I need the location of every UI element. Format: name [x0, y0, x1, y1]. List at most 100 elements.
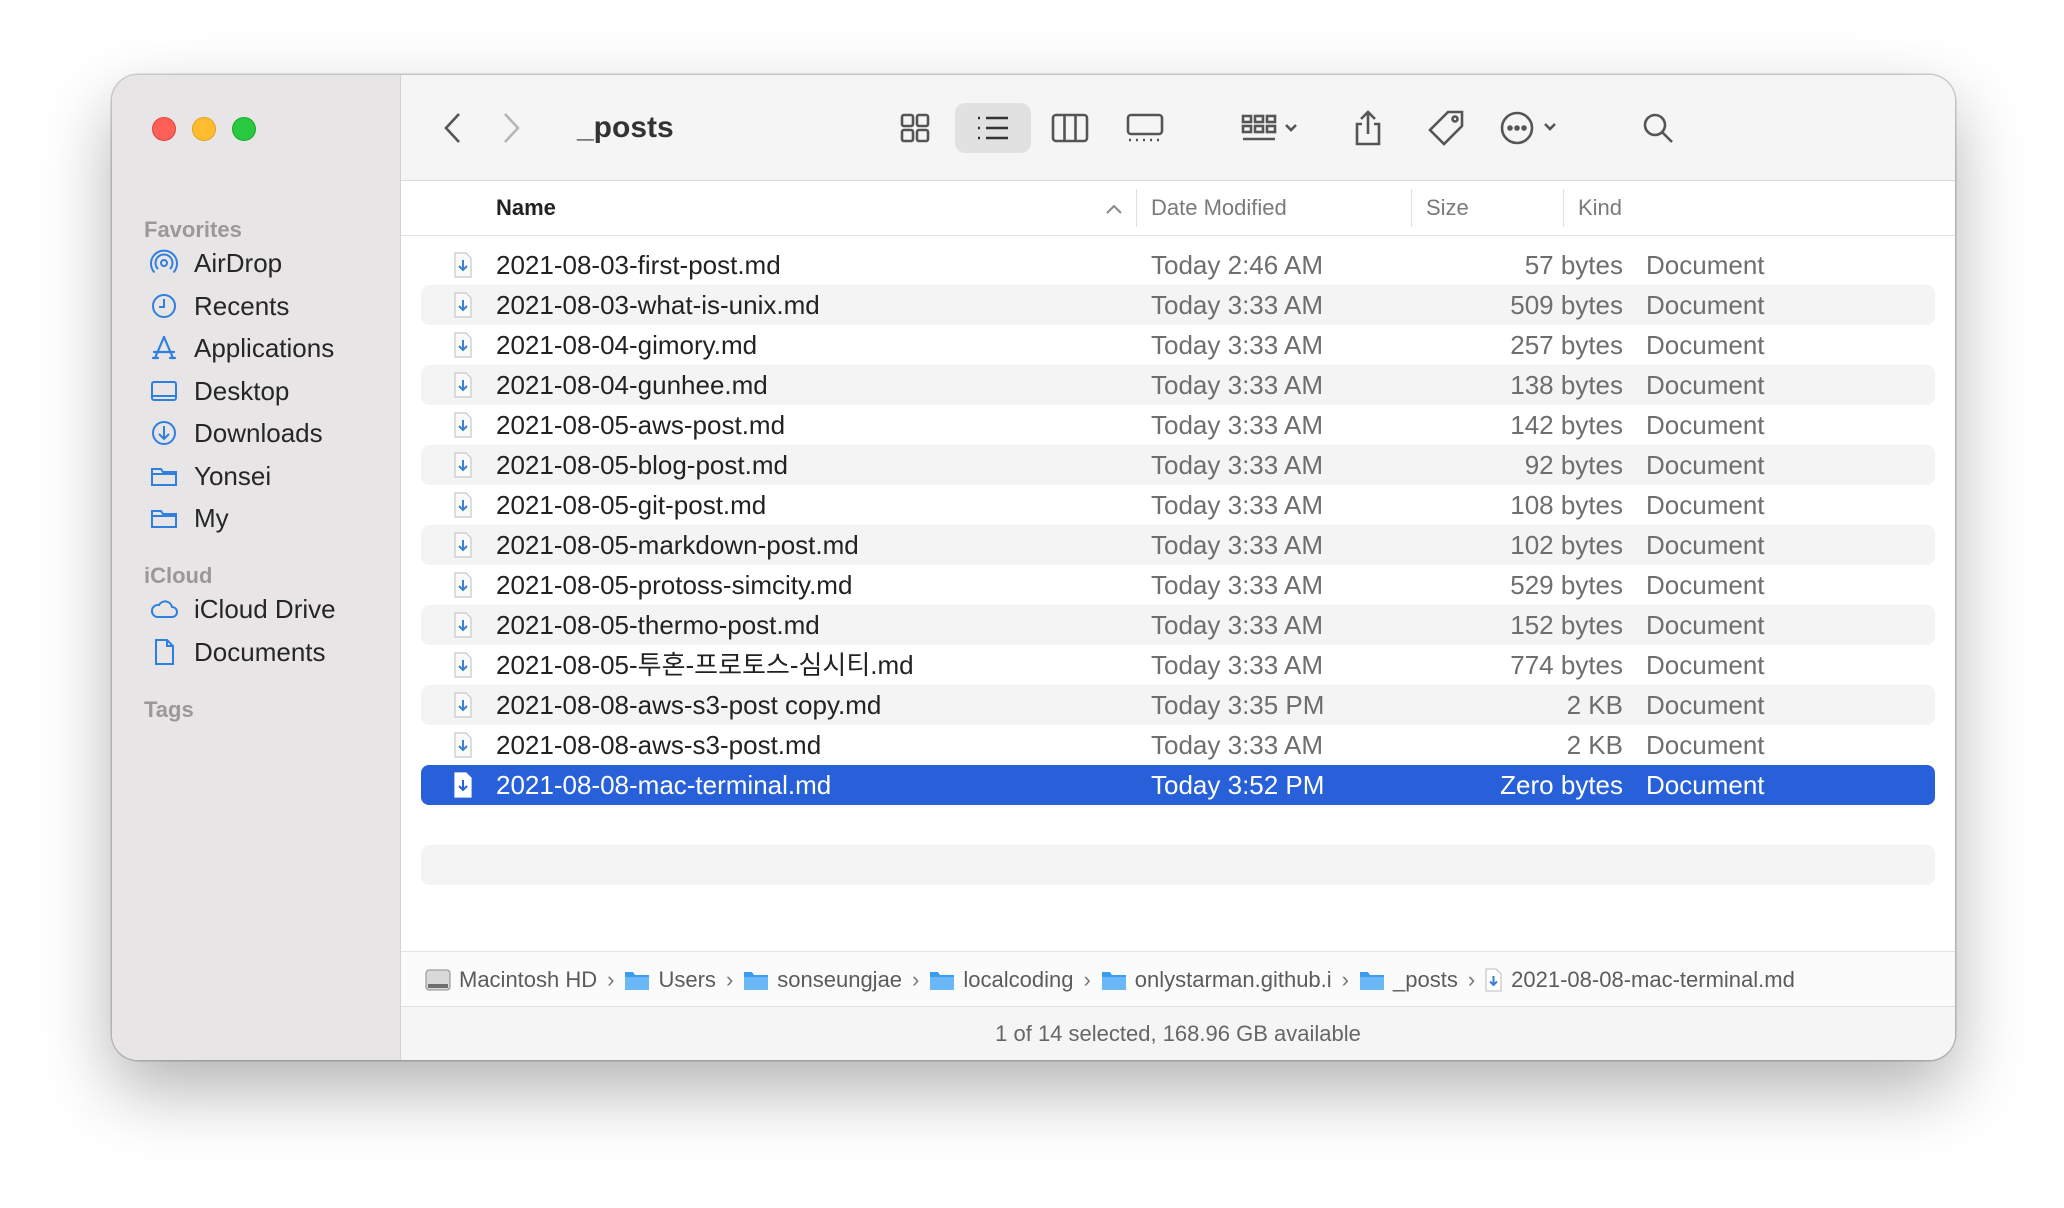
list-view-button[interactable] [955, 103, 1031, 153]
tag-icon [1428, 110, 1464, 146]
airdrop-icon [148, 247, 180, 279]
group-button[interactable] [1231, 103, 1311, 153]
close-button[interactable] [152, 117, 176, 141]
column-divider[interactable] [1563, 189, 1564, 227]
markdown-file-icon [453, 245, 475, 285]
file-list: Name Date Modified Size Kind 2021-08-03-… [401, 181, 1955, 951]
column-size[interactable]: Size [1426, 181, 1469, 235]
file-date-modified: Today 3:33 AM [1151, 610, 1323, 640]
minimize-button[interactable] [192, 117, 216, 141]
column-name[interactable]: Name [496, 181, 556, 235]
gallery-view-button[interactable] [1116, 103, 1174, 153]
user-folder-icon [624, 969, 650, 991]
markdown-file-icon [453, 525, 475, 565]
path-separator-icon: › [912, 966, 920, 992]
sidebar-item-airdrop[interactable]: AirDrop [148, 243, 282, 283]
icloud-heading: iCloud [144, 563, 213, 588]
file-date-modified: Today 3:33 AM [1151, 530, 1323, 560]
file-size: 102 bytes [1510, 530, 1623, 560]
column-date-modified[interactable]: Date Modified [1151, 181, 1287, 235]
folder-icon [148, 460, 180, 492]
file-row[interactable]: 2021-08-05-aws-post.md Today 3:33 AM 142 b… [421, 405, 1935, 445]
desktop-icon [148, 375, 180, 407]
finder-window: Favorites AirDrop Recents Applications D… [112, 75, 1955, 1060]
file-row[interactable]: 2021-08-05-blog-post.md Today 3:33 AM 92 b… [421, 445, 1935, 485]
file-row[interactable]: 2021-08-03-what-is-unix.md Today 3:33 AM 5… [421, 285, 1935, 325]
sidebar-item-applications[interactable]: Applications [148, 328, 334, 368]
sidebar-item-label: Recents [194, 290, 290, 321]
share-button[interactable] [1341, 103, 1395, 153]
toolbar: _posts [401, 75, 1955, 181]
action-menu-button[interactable] [1491, 103, 1571, 153]
file-name: 2021-08-05-투혼-프로토스-심시티.md [496, 650, 914, 680]
sidebar-item-recents[interactable]: Recents [148, 286, 289, 326]
share-icon [1355, 110, 1381, 146]
search-icon [1643, 113, 1673, 143]
file-row[interactable]: 2021-08-05-thermo-post.md Today 3:33 AM 15… [421, 605, 1935, 645]
file-row[interactable]: 2021-08-08-aws-s3-post copy.md Today 3:35… [421, 685, 1935, 725]
file-row[interactable]: 2021-08-04-gimory.md Today 3:33 AM 257 byt… [421, 325, 1935, 365]
file-date-modified: Today 3:33 AM [1151, 730, 1323, 760]
file-row[interactable]: 2021-08-08-aws-s3-post.md Today 3:33 AM 2 … [421, 725, 1935, 765]
column-kind[interactable]: Kind [1578, 181, 1622, 235]
path-separator-icon: › [725, 966, 734, 992]
file-row[interactable]: 2021-08-05-protoss-simcity.md Today 3:33 … [421, 565, 1935, 605]
sidebar-item-label: Downloads [194, 417, 323, 448]
path-separator-icon: › [1467, 966, 1476, 992]
forward-button[interactable] [489, 103, 533, 153]
sidebar-item-yonsei[interactable]: Yonsei [148, 456, 271, 496]
list-icon [978, 116, 1008, 140]
file-kind: Document [1646, 530, 1765, 560]
file-row[interactable]: 2021-08-05-git-post.md Today 3:33 AM 108 b… [421, 485, 1935, 525]
sidebar-item-icloud-drive[interactable]: iCloud Drive [148, 589, 336, 629]
markdown-file-icon [453, 645, 475, 685]
file-row[interactable]: 2021-08-05-markdown-post.md Today 3:33 AM… [421, 525, 1935, 565]
sidebar-item-label: My [194, 502, 229, 533]
path-item[interactable]: localcoding [929, 967, 1073, 993]
file-name: 2021-08-03-first-post.md [496, 250, 781, 280]
path-item[interactable]: sonseungjae [743, 967, 902, 993]
markdown-file-icon [453, 445, 475, 485]
sidebar-item-downloads[interactable]: Downloads [148, 413, 323, 453]
hard-drive-icon [425, 968, 451, 992]
file-date-modified: Today 3:33 AM [1151, 410, 1323, 440]
path-item[interactable]: _posts [1359, 967, 1458, 993]
file-row[interactable]: 2021-08-08-mac-terminal.md Today 3:52 PM Z… [421, 765, 1935, 805]
file-kind: Document [1646, 290, 1765, 320]
file-name: 2021-08-03-what-is-unix.md [496, 290, 820, 320]
path-item[interactable]: 2021-08-08-mac-terminal.md [1485, 967, 1795, 993]
chevron-right-icon [504, 113, 520, 143]
file-size: 108 bytes [1510, 490, 1623, 520]
path-item[interactable]: onlystarman.github.i [1101, 967, 1332, 993]
path-item-label: Macintosh HD [459, 966, 598, 992]
file-kind: Document [1646, 450, 1765, 480]
file-rows: 2021-08-03-first-post.md Today 2:46 AM 57 … [421, 245, 1935, 885]
tags-button[interactable] [1419, 103, 1473, 153]
icon-view-button[interactable] [886, 103, 944, 153]
path-item[interactable]: Macintosh HD [425, 967, 597, 993]
sidebar-item-desktop[interactable]: Desktop [148, 371, 289, 411]
status-bar: 1 of 14 selected, 168.96 GB available [401, 1006, 1955, 1060]
column-divider[interactable] [1411, 189, 1412, 227]
file-size: 2 KB [1566, 730, 1623, 760]
path-item[interactable]: Users [624, 967, 716, 993]
sidebar-item-label: Applications [194, 332, 335, 363]
column-view-button[interactable] [1041, 103, 1099, 153]
back-button[interactable] [431, 103, 475, 153]
file-row[interactable]: 2021-08-03-first-post.md Today 2:46 AM 57 … [421, 245, 1935, 285]
column-divider[interactable] [1136, 189, 1137, 227]
search-button[interactable] [1631, 103, 1685, 153]
file-row[interactable]: 2021-08-04-gunhee.md Today 3:33 AM 138 byt… [421, 365, 1935, 405]
maximize-button[interactable] [232, 117, 256, 141]
markdown-file-icon [453, 765, 475, 805]
sidebar-item-my[interactable]: My [148, 498, 229, 538]
file-kind: Document [1646, 650, 1765, 680]
path-item-label: _posts [1393, 966, 1458, 992]
file-row[interactable]: 2021-08-05-투혼-프로토스-심시티.md Today 3:33 AM 77… [421, 645, 1935, 685]
file-size: 142 bytes [1510, 410, 1623, 440]
markdown-file-icon [453, 405, 475, 445]
sidebar-item-label: iCloud Drive [194, 593, 336, 624]
sort-ascending-icon[interactable] [1105, 181, 1123, 235]
window-controls [152, 117, 256, 141]
sidebar-item-documents[interactable]: Documents [148, 632, 326, 672]
